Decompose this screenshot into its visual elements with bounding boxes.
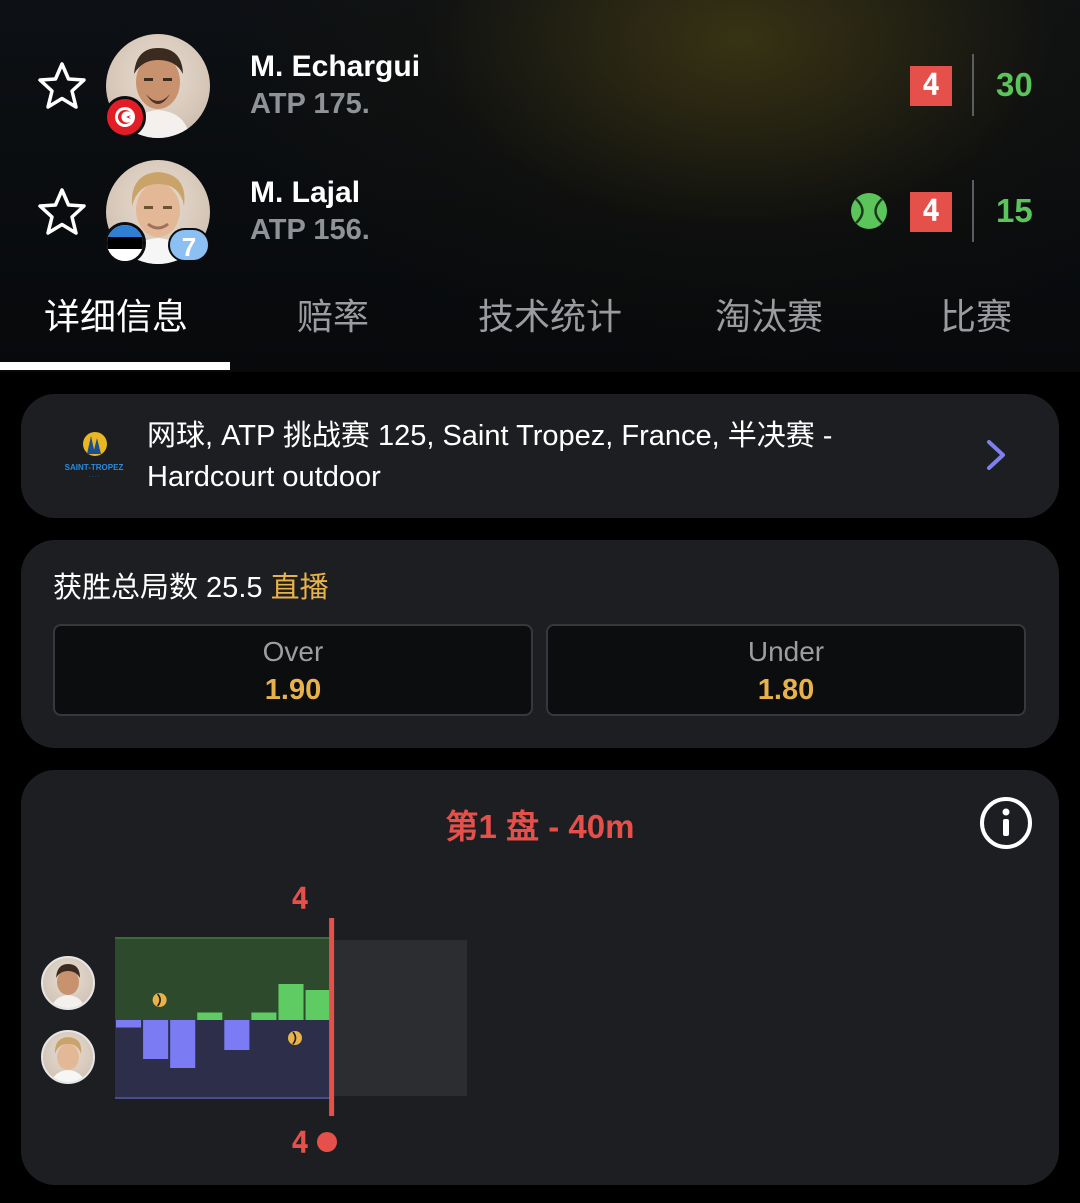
player-2-avatar[interactable]: 7 bbox=[104, 160, 210, 264]
tournament-info: 网球, ATP 挑战赛 125, Saint Tropez, France, 半… bbox=[147, 416, 907, 498]
seed-badge: 7 bbox=[168, 228, 210, 262]
player-1-name[interactable]: M. Echargui bbox=[250, 50, 420, 84]
player-2-rank: ATP 156. bbox=[250, 214, 370, 246]
odds-option-label: Under bbox=[747, 636, 825, 667]
odds-card: 获胜总局数 25.5 直播 Over 1.90 Under 1.80 bbox=[21, 540, 1059, 748]
player-2-momentum-bar bbox=[143, 1020, 169, 1059]
tunisia-flag-icon bbox=[104, 96, 146, 138]
tab-matches[interactable]: 比赛 bbox=[940, 288, 1012, 340]
tournament-info-line2: Hardcourt outdoor bbox=[147, 461, 381, 493]
player-1-momentum-bar bbox=[278, 984, 304, 1020]
momentum-card: 第1 盘 - 40m 4 4 bbox=[21, 770, 1059, 1185]
player-2-games: 4 bbox=[910, 192, 952, 232]
match-header: M. Echargui ATP 175. 4 30 7 M. Lajal ATP… bbox=[0, 0, 1080, 372]
tab-odds[interactable]: 赔率 bbox=[297, 288, 369, 340]
tournament-card[interactable]: SAINT-TROPEZ · · · · 网球, ATP 挑战赛 125, Sa… bbox=[21, 394, 1059, 518]
player-1-points: 30 bbox=[996, 66, 1033, 103]
player-2-momentum-bar bbox=[224, 1020, 250, 1050]
bottom-score-marker: 4 bbox=[291, 1126, 310, 1161]
favorite-star-icon[interactable] bbox=[36, 60, 88, 112]
momentum-chart bbox=[115, 918, 467, 1116]
live-dot-icon bbox=[317, 1132, 337, 1152]
player-1-games: 4 bbox=[910, 66, 952, 106]
odds-option-value: 1.90 bbox=[264, 674, 322, 706]
live-label: 直播 bbox=[270, 572, 329, 604]
over-odds-button[interactable]: Over 1.90 bbox=[53, 624, 533, 716]
odds-market-label: 获胜总局数 25.5 bbox=[53, 572, 263, 604]
tab-draw[interactable]: 淘汰赛 bbox=[715, 288, 823, 340]
player-1-rank: ATP 175. bbox=[250, 88, 370, 120]
tab-statistics[interactable]: 技术统计 bbox=[478, 288, 622, 340]
serving-ball-icon bbox=[851, 193, 887, 229]
favorite-star-icon[interactable] bbox=[36, 186, 88, 238]
odds-option-label: Over bbox=[262, 636, 324, 667]
chevron-right-icon[interactable] bbox=[981, 438, 1011, 472]
tournament-info-line1: 网球, ATP 挑战赛 125, Saint Tropez, France, 半… bbox=[147, 420, 833, 452]
estonia-flag-icon bbox=[104, 222, 146, 264]
score-divider bbox=[972, 54, 974, 116]
tab-details[interactable]: 详细信息 bbox=[44, 288, 188, 340]
player-2-momentum-bar bbox=[170, 1020, 196, 1068]
tournament-logo-text: SAINT-TROPEZ bbox=[65, 463, 124, 472]
player-2-momentum-bar bbox=[116, 1020, 142, 1028]
svg-text:· · · ·: · · · · bbox=[89, 474, 100, 480]
player-2-name[interactable]: M. Lajal bbox=[250, 176, 360, 210]
player-row-1: M. Echargui ATP 175. 4 30 bbox=[0, 32, 1080, 142]
player-2-points: 15 bbox=[996, 192, 1033, 229]
player-1-momentum-bar bbox=[305, 990, 331, 1020]
tab-bar: 详细信息 赔率 技术统计 淘汰赛 比赛 bbox=[0, 276, 1080, 372]
active-tab-indicator bbox=[0, 362, 230, 370]
odds-option-value: 1.80 bbox=[757, 674, 815, 706]
player-1-momentum-bar bbox=[197, 1012, 223, 1020]
tournament-logo: SAINT-TROPEZ · · · · bbox=[65, 432, 124, 480]
score-divider bbox=[972, 180, 974, 242]
remaining-games-area bbox=[331, 940, 467, 1096]
player-1-avatar[interactable] bbox=[104, 34, 210, 138]
player-1-momentum-bar bbox=[251, 1012, 277, 1020]
odds-market-title: 获胜总局数 25.5 直播 bbox=[53, 564, 329, 606]
under-odds-button[interactable]: Under 1.80 bbox=[546, 624, 1026, 716]
top-score-marker: 4 bbox=[291, 882, 310, 917]
player-row-2: 7 M. Lajal ATP 156. 4 15 bbox=[0, 158, 1080, 268]
